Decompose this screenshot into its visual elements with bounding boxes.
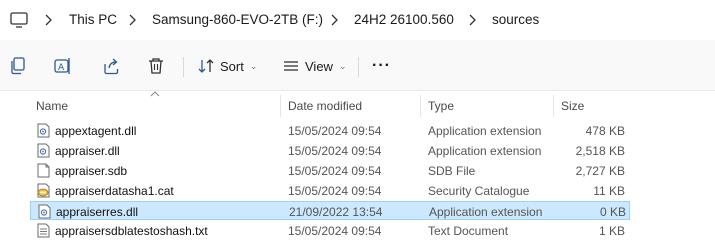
catalog-file-icon [37,183,50,198]
rename-icon: A [54,58,70,74]
column-name[interactable]: Name [36,99,68,113]
toolbar-separator [183,57,184,77]
breadcrumb-sources[interactable]: sources [492,12,539,27]
file-type: SDB File [428,164,476,178]
svg-text:A: A [58,63,65,73]
file-date-modified: 15/05/2024 09:54 [288,224,382,238]
rename-button[interactable]: A [54,55,72,77]
column-divider[interactable] [553,95,554,117]
file-type: Text Document [428,224,509,238]
chevron-right-icon [45,14,52,26]
file-date-modified: 15/05/2024 09:54 [288,184,382,198]
column-divider[interactable] [420,95,421,117]
breadcrumb-drive[interactable]: Samsung-860-EVO-2TB (F:) [152,12,323,27]
text-file-icon [37,223,50,238]
file-row[interactable]: appraisersdblatestoshash.txt 15/05/2024 0… [30,221,630,240]
file-list: Name Date modified Type Size appextagent… [0,91,715,250]
file-date-modified: 15/05/2024 09:54 [288,144,382,158]
view-list-icon [284,61,298,71]
delete-button[interactable] [148,55,164,77]
file-type: Application extension [428,124,542,138]
sort-ascending-icon [150,91,160,97]
file-size: 2,727 KB [575,164,625,178]
view-button[interactable]: View ⌄ [283,55,347,77]
share-button[interactable] [103,55,121,77]
breadcrumb-this-pc[interactable]: This PC [69,12,117,27]
file-row[interactable]: appraiserdatasha1.cat 15/05/2024 09:54 Sec… [30,181,630,200]
file-date-modified: 15/05/2024 09:54 [288,164,382,178]
file-size: 2,518 KB [575,144,625,158]
file-name: appraisersdblatestoshash.txt [55,224,208,238]
column-type[interactable]: Type [428,99,454,113]
file-name: appraiserdatasha1.cat [55,184,174,198]
breadcrumb-build-folder[interactable]: 24H2 26100.560 [354,12,454,27]
file-row[interactable]: appraiser.dll 15/05/2024 09:54 Application… [30,141,630,160]
chevron-down-icon: ⌄ [338,60,347,71]
file-name: appextagent.dll [55,124,137,138]
dll-file-icon [38,204,51,219]
copy-button[interactable] [10,55,26,77]
dll-file-icon [37,123,50,138]
monitor-icon [10,12,28,28]
column-header-row: Name Date modified Type Size [0,91,715,117]
file-date-modified: 21/09/2022 13:54 [289,205,383,219]
file-size: 1 KB [598,224,625,238]
share-icon [104,58,119,75]
more-options-button[interactable]: ··· [372,55,391,77]
sort-button[interactable]: Sort ⌄ [198,55,257,77]
copy-icon [11,57,25,75]
file-row[interactable]: appraiser.sdb 15/05/2024 09:54 SDB File 2,7… [30,161,630,180]
column-date-modified[interactable]: Date modified [288,99,362,113]
chevron-right-icon [469,14,476,26]
chevron-right-icon [331,14,338,26]
file-size: 478 KB [585,124,625,138]
file-type: Application extension [428,144,542,158]
command-bar: A Sort ⌄ View ⌄ ··· [0,40,715,91]
file-row-selected[interactable]: appraiserres.dll 21/09/2022 13:54 Applicat… [30,201,630,220]
file-size: 11 KB [593,184,625,198]
chevron-down-icon: ⌄ [249,60,258,71]
column-size[interactable]: Size [561,99,584,113]
file-name: appraiserres.dll [56,205,139,219]
more-icon: ··· [372,57,391,74]
chevron-right-icon [129,14,136,26]
sort-label: Sort [220,58,244,74]
file-date-modified: 15/05/2024 09:54 [288,124,382,138]
file-name: appraiser.dll [55,144,120,158]
dll-file-icon [37,143,50,158]
file-type: Security Catalogue [428,184,530,198]
file-type: Application extension [429,205,543,219]
blank-file-icon [37,163,50,178]
column-divider[interactable] [280,95,281,117]
sort-icon [198,59,214,73]
delete-icon [149,58,163,74]
address-bar[interactable]: This PC Samsung-860-EVO-2TB (F:) 24H2 26… [0,0,715,40]
file-name: appraiser.sdb [55,164,128,178]
file-row[interactable]: appextagent.dll 15/05/2024 09:54 Applicati… [30,121,630,140]
toolbar-separator [358,57,359,77]
file-size: 0 KB [599,205,626,219]
view-label: View [305,58,333,74]
